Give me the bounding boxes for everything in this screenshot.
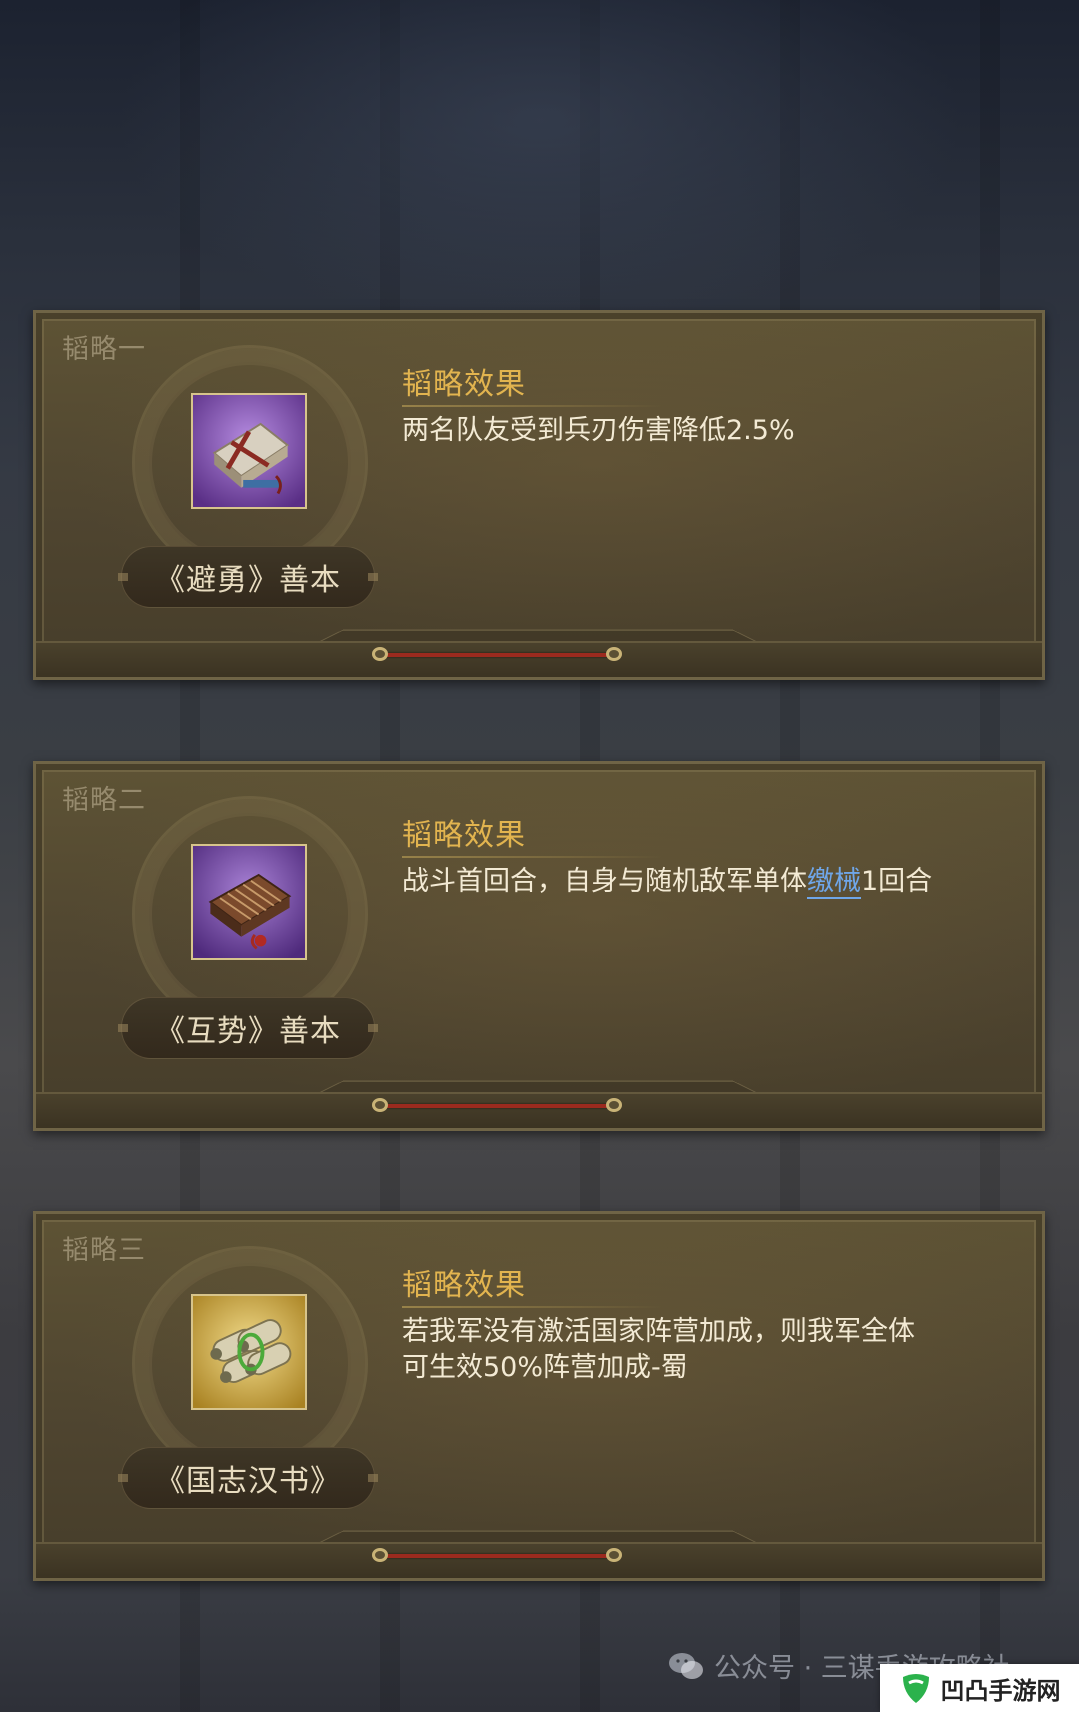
card-label: 韬略一 [62, 334, 146, 365]
effect-text-after: 1回合 [861, 866, 933, 897]
bamboo-book-icon[interactable] [191, 844, 307, 960]
red-cord-ornament [372, 1098, 622, 1114]
effect-divider [402, 405, 662, 407]
effect-title: 韬略效果 [402, 818, 526, 853]
card-label: 韬略三 [62, 1235, 146, 1266]
item-name-plaque[interactable]: 《避勇》善本 [118, 546, 378, 608]
site-logo-icon [902, 1674, 929, 1703]
red-cord-ornament [372, 647, 622, 663]
item-name-plaque[interactable]: 《国志汉书》 [118, 1447, 378, 1509]
effect-line-2: 可生效50%阵营加成-蜀 [402, 1352, 688, 1383]
site-name: 凹凸手游网 [940, 1676, 1061, 1705]
wechat-icon [669, 1652, 703, 1679]
scroll-bundle-icon[interactable] [191, 1294, 307, 1410]
book-bundle-icon[interactable] [191, 393, 307, 509]
item-name-plaque[interactable]: 《互势》善本 [118, 997, 378, 1059]
site-badge[interactable]: 凹凸手游网 [880, 1664, 1079, 1712]
strategy-card-1: 韬略一 《避勇》善本 韬略效果 两名队友受到兵刃伤害降低2.5% [33, 310, 1045, 680]
strategy-card-2: 韬略二 《互势》善本 韬略效果 战斗首回合，自身与随机敌军单体缴械1回合 [33, 761, 1045, 1131]
strategy-card-3: 韬略三 《国志汉书》 韬略效果 若我军没有激活国家阵营加成，则我军全体 可生效5… [33, 1211, 1045, 1581]
effect-line-1: 若我军没有激活国家阵营加成，则我军全体 [402, 1316, 915, 1347]
effect-text: 若我军没有激活国家阵营加成，则我军全体 可生效50%阵营加成-蜀 [402, 1314, 962, 1386]
effect-text-before: 战斗首回合，自身与随机敌军单体 [402, 866, 807, 897]
card-label: 韬略二 [62, 785, 146, 816]
effect-divider [402, 1306, 662, 1308]
effect-divider [402, 856, 662, 858]
red-cord-ornament [372, 1548, 622, 1564]
effect-title: 韬略效果 [402, 1268, 526, 1303]
effect-text: 战斗首回合，自身与随机敌军单体缴械1回合 [402, 864, 962, 900]
effect-title: 韬略效果 [402, 367, 526, 402]
effect-text: 两名队友受到兵刃伤害降低2.5% [402, 415, 795, 446]
disarm-keyword-link[interactable]: 缴械 [807, 866, 861, 899]
